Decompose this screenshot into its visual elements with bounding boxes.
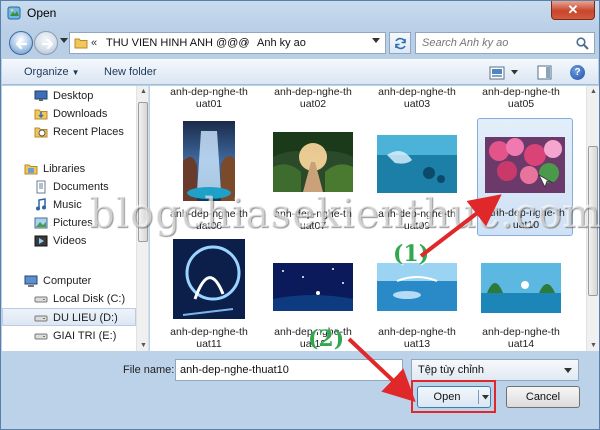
desktop-icon — [34, 90, 48, 101]
open-button-label: Open — [433, 391, 461, 403]
open-dialog: Open ✕ « THU VIEN HINH ANH @@@ › Anh ky … — [0, 0, 600, 430]
search-icon[interactable] — [576, 37, 589, 50]
nav-item-label: Downloads — [53, 108, 108, 120]
pictures-icon — [34, 217, 48, 229]
file-name: anh-dep-nghe-th uat14 — [482, 326, 560, 350]
address-dropdown-icon[interactable] — [372, 38, 380, 44]
nav-item-label: Pictures — [53, 217, 93, 229]
image-thumbnail — [485, 137, 565, 193]
nav-item-du-lieu-d[interactable]: DU LIEU (D:) — [2, 308, 136, 326]
recent-places-icon — [34, 127, 48, 138]
scroll-down-icon[interactable]: ▼ — [140, 342, 147, 349]
file-type-select[interactable]: Tệp tùy chỉnh — [411, 359, 579, 381]
image-thumbnail — [273, 263, 353, 311]
address-bar[interactable]: « THU VIEN HINH ANH @@@ › Anh ky ao — [69, 32, 386, 54]
nav-item-label: DU LIEU (D:) — [53, 312, 118, 324]
step-2-label: (2) — [308, 326, 345, 352]
nav-item-label: Computer — [43, 275, 92, 287]
drive-icon — [34, 333, 48, 340]
image-thumbnail — [273, 132, 353, 192]
open-options-dropdown-icon[interactable] — [482, 395, 489, 400]
file-name: anh-dep-nghe-th uat05 — [482, 86, 560, 110]
computer-icon — [24, 275, 38, 287]
search-input[interactable] — [422, 36, 572, 50]
open-button[interactable]: Open — [417, 386, 491, 408]
scroll-down-icon[interactable]: ▼ — [590, 342, 597, 349]
nav-item-label: Libraries — [43, 163, 86, 175]
nav-item-label: Local Disk (C:) — [53, 293, 126, 305]
search-box[interactable] — [415, 32, 595, 54]
image-thumbnail — [481, 263, 561, 313]
organize-button[interactable]: Organize ▼ — [24, 66, 80, 78]
forward-arrow-icon — [41, 38, 54, 50]
drive-icon — [34, 315, 48, 322]
refresh-icon — [395, 37, 406, 50]
nav-item-libraries[interactable]: Libraries — [2, 160, 136, 178]
scroll-up-icon[interactable]: ▲ — [140, 88, 147, 95]
drive-icon — [34, 296, 48, 303]
nav-item-label: Desktop — [53, 90, 94, 102]
chevron-down-icon — [564, 368, 572, 373]
help-icon[interactable]: ? — [570, 65, 585, 80]
nav-item-label: Videos — [53, 235, 87, 247]
organize-label: Organize — [24, 66, 69, 78]
window-title: Open — [27, 6, 57, 20]
image-thumbnail — [377, 135, 457, 193]
nav-item-label: GIAI TRI (E:) — [53, 330, 117, 342]
file-type-value: Tệp tùy chỉnh — [418, 364, 485, 376]
chevron-down-icon: ▼ — [71, 68, 80, 77]
preview-pane-icon[interactable] — [537, 65, 552, 80]
app-icon — [7, 6, 21, 20]
refresh-button[interactable] — [389, 32, 411, 54]
downloads-icon — [34, 109, 48, 120]
change-view-icon[interactable] — [489, 66, 505, 80]
nav-item-giai-tri-e[interactable]: GIAI TRI (E:) — [2, 327, 136, 345]
recent-pages-dropdown-icon[interactable] — [60, 38, 68, 44]
forward-button[interactable] — [34, 31, 58, 55]
file-name-input[interactable] — [175, 359, 403, 381]
back-arrow-icon — [15, 38, 28, 50]
documents-icon — [36, 180, 46, 194]
image-thumbnail — [173, 239, 245, 319]
libraries-icon — [24, 164, 38, 175]
file-item[interactable]: anh-dep-nghe-th uat11 — [161, 236, 257, 351]
videos-icon — [34, 235, 48, 247]
step-1-label: (1) — [393, 241, 430, 267]
nav-item-label: Music — [53, 199, 82, 211]
file-name: anh-dep-nghe-th uat13 — [378, 326, 456, 350]
nav-item-recent-places[interactable]: Recent Places — [2, 123, 136, 141]
nav-item-label: Recent Places — [53, 126, 124, 138]
music-icon — [36, 198, 46, 211]
nav-item-computer[interactable]: Computer — [2, 272, 136, 290]
breadcrumb-segment[interactable]: THU VIEN HINH ANH @@@ — [106, 37, 250, 49]
image-thumbnail — [377, 263, 457, 311]
title-bar: Open ✕ — [1, 1, 599, 25]
watermark: blogchiasekienthuc.com — [89, 191, 600, 237]
scroll-up-icon[interactable]: ▲ — [590, 88, 597, 95]
nav-item-local-disk-c[interactable]: Local Disk (C:) — [2, 290, 136, 308]
breadcrumb-overflow[interactable]: « — [91, 37, 97, 49]
file-name: anh-dep-nghe-th uat01 — [170, 86, 248, 110]
file-name: anh-dep-nghe-th uat03 — [378, 86, 456, 110]
back-button[interactable] — [9, 31, 33, 55]
folder-icon — [74, 38, 88, 49]
nav-item-desktop[interactable]: Desktop — [2, 87, 136, 105]
file-name-label: File name: — [123, 364, 175, 376]
breadcrumb-separator[interactable]: › — [244, 37, 248, 49]
nav-item-downloads[interactable]: Downloads — [2, 105, 136, 123]
cancel-button[interactable]: Cancel — [506, 386, 580, 408]
command-bar: Organize ▼ New folder ? — [2, 59, 598, 85]
close-icon: ✕ — [567, 2, 579, 17]
file-name: anh-dep-nghe-th uat02 — [274, 86, 352, 110]
view-dropdown-icon[interactable] — [511, 70, 518, 75]
file-name: anh-dep-nghe-th uat11 — [170, 326, 248, 350]
image-thumbnail — [183, 121, 235, 201]
split-divider — [478, 390, 479, 404]
new-folder-button[interactable]: New folder — [104, 66, 157, 78]
breadcrumb-segment[interactable]: Anh ky ao — [257, 37, 306, 49]
file-item[interactable]: anh-dep-nghe-th uat14 — [473, 236, 569, 351]
close-button[interactable]: ✕ — [551, 1, 595, 20]
